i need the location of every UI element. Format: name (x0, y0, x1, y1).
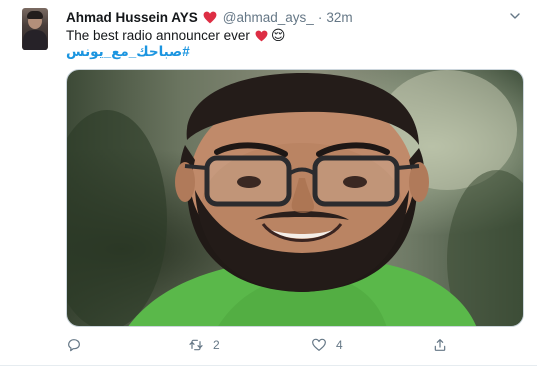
like-count: 4 (336, 338, 343, 352)
relieved-face-emoji: 😌 (270, 27, 286, 43)
tweet[interactable]: Ahmad Hussein AYS @ahmad_ays_ · 32m The … (0, 0, 537, 366)
like-button[interactable]: 4 (311, 337, 343, 353)
reply-button[interactable] (66, 337, 91, 353)
photo-illustration (67, 70, 523, 326)
chevron-down-icon[interactable] (509, 10, 521, 22)
author-name[interactable]: Ahmad Hussein AYS (66, 10, 198, 25)
retweet-button[interactable]: 2 (188, 337, 220, 353)
separator-dot: · (317, 9, 323, 25)
heart-icon (255, 30, 268, 41)
share-button[interactable] (432, 337, 448, 353)
like-icon (312, 338, 326, 351)
retweet-count: 2 (213, 338, 220, 352)
retweet-icon (189, 339, 203, 351)
timestamp[interactable]: 32m (326, 10, 352, 25)
author-handle[interactable]: @ahmad_ays_ (223, 10, 314, 25)
reply-icon (68, 339, 80, 352)
avatar[interactable] (22, 8, 48, 50)
share-icon (434, 339, 446, 351)
hashtag-link[interactable]: #صباحك_مع_يونس (66, 44, 190, 60)
heart-icon (203, 11, 217, 23)
tweet-header: Ahmad Hussein AYS @ahmad_ays_ · 32m (66, 8, 353, 26)
tweet-text: The best radio announcer ever 😌 (66, 27, 285, 44)
tweet-actions: 2 4 (66, 337, 466, 355)
tweet-text-content: The best radio announcer ever (66, 28, 250, 43)
tweet-photo[interactable] (66, 69, 524, 327)
